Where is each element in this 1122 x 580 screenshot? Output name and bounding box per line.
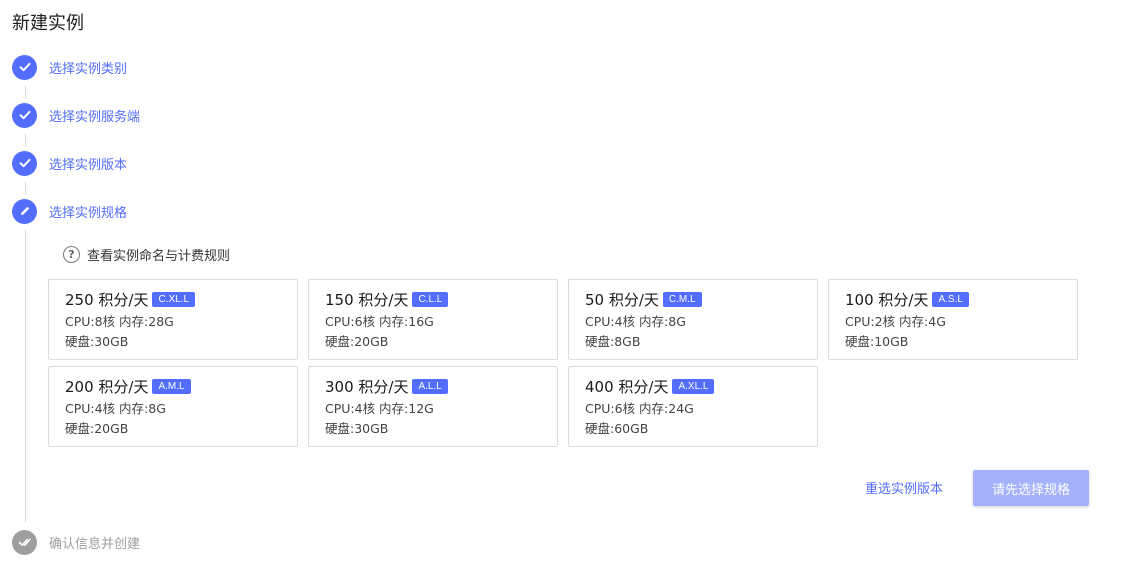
spec-card[interactable]: 300 积分/天 A.L.L CPU:4核 内存:12G 硬盘:30GB — [308, 366, 558, 447]
spec-card[interactable]: 200 积分/天 A.M.L CPU:4核 内存:8G 硬盘:20GB — [48, 366, 298, 447]
card-disk: 硬盘:20GB — [65, 421, 129, 436]
card-disk: 硬盘:30GB — [65, 334, 129, 349]
card-header: 50 积分/天 C.M.L — [585, 288, 817, 310]
step-connector — [25, 86, 26, 98]
select-spec-first-button[interactable]: 请先选择规格 — [973, 470, 1089, 506]
spec-badge: C.L.L — [412, 291, 449, 307]
card-price: 100 积分/天 — [845, 290, 929, 309]
step-connector — [25, 230, 26, 522]
spec-card[interactable]: 50 积分/天 C.M.L CPU:4核 内存:8G 硬盘:8GB — [568, 279, 818, 360]
card-disk: 硬盘:10GB — [845, 334, 909, 349]
spec-badge: A.S.L — [932, 291, 969, 307]
check-icon — [12, 150, 37, 176]
step-label: 确认信息并创建 — [49, 536, 141, 552]
step-select-server[interactable]: 选择实例服务端 — [12, 102, 140, 128]
card-resources: CPU:4核 内存:8G — [65, 401, 166, 416]
create-instance-page: 新建实例 选择实例类别 选择实例服务端 选择实例版本 选择实例规格 ? 查看实例… — [0, 0, 1122, 580]
page-title: 新建实例 — [12, 13, 84, 34]
card-resources: CPU:2核 内存:4G — [845, 314, 946, 329]
pencil-icon — [12, 198, 37, 224]
step-confirm-create[interactable]: 确认信息并创建 — [12, 529, 140, 555]
step-connector — [25, 134, 26, 146]
check-icon — [12, 102, 37, 128]
spec-card[interactable]: 400 积分/天 A.XL.L CPU:6核 内存:24G 硬盘:60GB — [568, 366, 818, 447]
step-label: 选择实例服务端 — [49, 109, 141, 125]
card-resources: CPU:8核 内存:28G — [65, 314, 174, 329]
step-select-category[interactable]: 选择实例类别 — [12, 54, 127, 80]
card-disk: 硬盘:8GB — [585, 334, 641, 349]
card-disk: 硬盘:20GB — [325, 334, 389, 349]
card-disk: 硬盘:60GB — [585, 421, 649, 436]
card-price: 200 积分/天 — [65, 377, 149, 396]
card-resources: CPU:6核 内存:24G — [585, 401, 694, 416]
card-header: 400 积分/天 A.XL.L — [585, 375, 817, 397]
card-header: 200 积分/天 A.M.L — [65, 375, 297, 397]
spec-badge: A.XL.L — [672, 378, 715, 394]
help-text: 查看实例命名与计费规则 — [87, 249, 231, 264]
card-header: 250 积分/天 C.XL.L — [65, 288, 297, 310]
double-check-icon — [12, 529, 37, 555]
spec-badge: C.M.L — [662, 291, 702, 307]
spec-card[interactable]: 150 积分/天 C.L.L CPU:6核 内存:16G 硬盘:20GB — [308, 279, 558, 360]
card-price: 250 积分/天 — [65, 290, 149, 309]
card-price: 50 积分/天 — [585, 290, 659, 309]
card-price: 150 积分/天 — [325, 290, 409, 309]
card-price: 400 积分/天 — [585, 377, 669, 396]
spec-badge: C.XL.L — [152, 291, 196, 307]
question-circle-icon: ? — [63, 246, 80, 263]
step-connector — [25, 182, 26, 194]
spec-card[interactable]: 100 积分/天 A.S.L CPU:2核 内存:4G 硬盘:10GB — [828, 279, 1078, 360]
reselect-version-button[interactable]: 重选实例版本 — [865, 478, 943, 497]
card-resources: CPU:6核 内存:16G — [325, 314, 434, 329]
spec-card[interactable]: 250 积分/天 C.XL.L CPU:8核 内存:28G 硬盘:30GB — [48, 279, 298, 360]
card-disk: 硬盘:30GB — [325, 421, 389, 436]
step-label: 选择实例版本 — [49, 157, 128, 173]
naming-billing-rules-link[interactable]: ? 查看实例命名与计费规则 — [63, 245, 230, 264]
card-header: 100 积分/天 A.S.L — [845, 288, 1077, 310]
spec-badge: A.M.L — [152, 378, 191, 394]
card-resources: CPU:4核 内存:8G — [585, 314, 686, 329]
spec-badge: A.L.L — [412, 378, 448, 394]
check-icon — [12, 54, 37, 80]
card-header: 300 积分/天 A.L.L — [325, 375, 557, 397]
step-label: 选择实例规格 — [49, 205, 128, 221]
card-header: 150 积分/天 C.L.L — [325, 288, 557, 310]
card-price: 300 积分/天 — [325, 377, 409, 396]
step-select-version[interactable]: 选择实例版本 — [12, 150, 127, 176]
step-select-spec[interactable]: 选择实例规格 — [12, 198, 127, 224]
card-resources: CPU:4核 内存:12G — [325, 401, 434, 416]
step-label: 选择实例类别 — [49, 61, 128, 77]
